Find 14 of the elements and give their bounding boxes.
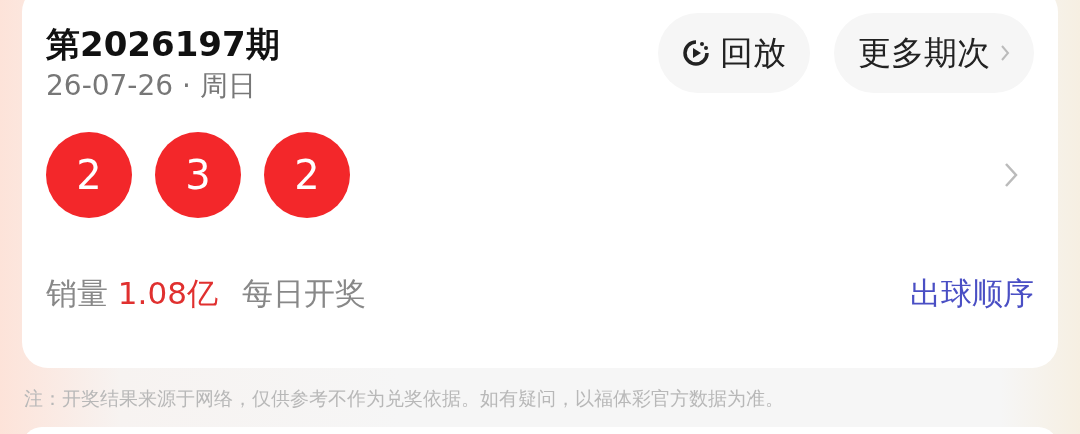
- chevron-right-icon[interactable]: [1004, 162, 1018, 189]
- number-ball: 3: [155, 132, 241, 219]
- disclaimer-note: 注：开奖结果来源于网络，仅供参考不作为兑奖依据。如有疑问，以福体彩官方数据为准。: [24, 386, 785, 411]
- draw-date: 26-07-26 · 周日: [46, 68, 257, 103]
- number-ball: 2: [46, 132, 132, 219]
- draw-frequency: 每日开奖: [241, 274, 366, 314]
- draw-title: 第2026197期: [46, 24, 280, 65]
- more-draws-button[interactable]: 更多期次: [834, 13, 1034, 93]
- replay-icon: [682, 39, 710, 67]
- draw-order-link[interactable]: 出球顺序: [910, 270, 1034, 317]
- chevron-right-icon: [1000, 43, 1010, 63]
- sales-text: 销量 1.08亿: [46, 274, 218, 314]
- number-ball: 2: [264, 132, 350, 219]
- replay-button[interactable]: 回放: [658, 13, 810, 93]
